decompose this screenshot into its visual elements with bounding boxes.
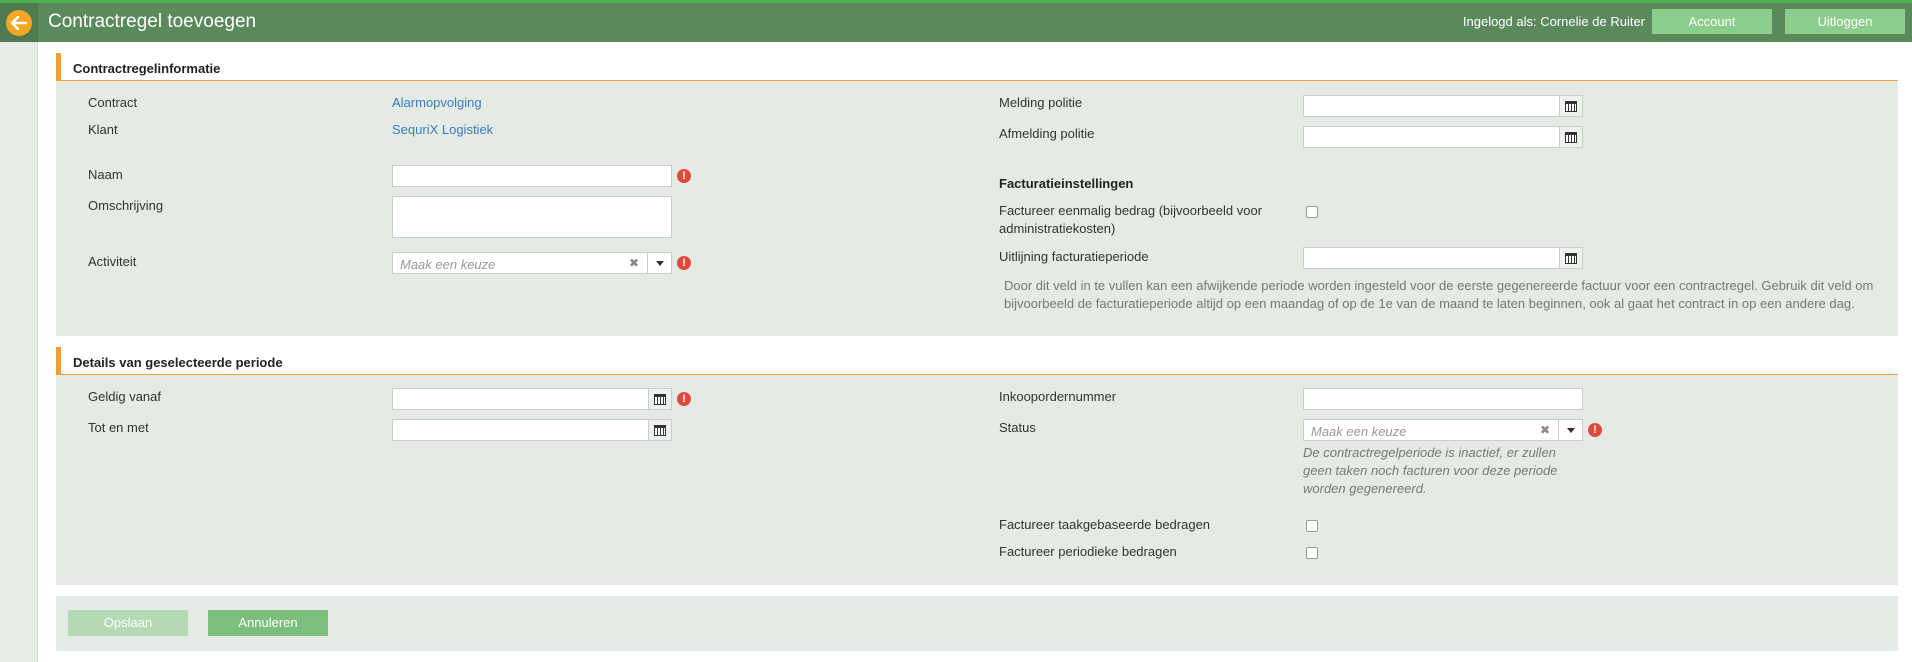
- logout-button[interactable]: Uitloggen: [1785, 9, 1905, 34]
- omschrijving-label: Omschrijving: [88, 198, 164, 213]
- account-button[interactable]: Account: [1652, 9, 1772, 34]
- logged-in-user: Ingelogd als: Cornelie de Ruiter: [1462, 14, 1645, 29]
- melding-politie-label: Melding politie: [999, 95, 1083, 110]
- uitlijning-help-line1: Door dit veld in te vullen kan een afwij…: [1004, 278, 1874, 293]
- status-help-line1: De contractregelperiode is inactief, er …: [1303, 445, 1556, 460]
- calendar-icon[interactable]: [648, 419, 672, 441]
- omschrijving-textarea[interactable]: [392, 196, 672, 238]
- eenmalig-checkbox[interactable]: [1306, 206, 1318, 218]
- status-help-line2: geen taken noch facturen voor deze perio…: [1303, 463, 1558, 478]
- chevron-down-icon[interactable]: [647, 253, 671, 273]
- status-placeholder: Maak een keuze: [1311, 424, 1407, 439]
- required-icon: !: [1588, 423, 1602, 437]
- taakgebaseerd-label: Factureer taakgebaseerde bedragen: [999, 517, 1211, 532]
- back-arrow-icon: [6, 9, 32, 36]
- contract-link[interactable]: Alarmopvolging: [392, 95, 482, 110]
- chevron-down-icon[interactable]: [1558, 420, 1582, 440]
- periodiek-checkbox[interactable]: [1306, 547, 1318, 559]
- left-rail: [0, 42, 38, 662]
- required-icon: !: [677, 256, 691, 270]
- eenmalig-label-line1: Factureer eenmalig bedrag (bijvoorbeeld …: [999, 203, 1263, 218]
- clear-icon[interactable]: ✖: [1540, 423, 1550, 437]
- clear-icon[interactable]: ✖: [629, 256, 639, 270]
- status-select[interactable]: Maak een keuze ✖: [1303, 419, 1583, 441]
- calendar-icon[interactable]: [1559, 95, 1583, 117]
- section-body-contractregelinformatie: Contract Alarmopvolging Klant SequriX Lo…: [56, 81, 1898, 336]
- section-header-details-periode: Details van geselecteerde periode: [56, 347, 1898, 375]
- periodiek-label: Factureer periodieke bedragen: [999, 544, 1177, 559]
- geldig-vanaf-input[interactable]: [392, 388, 649, 410]
- uitlijning-input[interactable]: [1303, 247, 1560, 269]
- klant-label: Klant: [88, 122, 118, 137]
- top-bar: Contractregel toevoegen Ingelogd als: Co…: [0, 0, 1912, 42]
- uitlijning-label: Uitlijning facturatieperiode: [999, 249, 1149, 264]
- facturatie-heading: Facturatieinstellingen: [999, 176, 1134, 191]
- naam-input[interactable]: [392, 165, 672, 187]
- section-body-details-periode: Geldig vanaf ! Tot en met Inkoopordernum…: [56, 375, 1898, 585]
- inkoopordernummer-input[interactable]: [1303, 388, 1583, 410]
- form-footer: Opslaan Annuleren: [56, 596, 1898, 651]
- tot-en-met-label: Tot en met: [88, 420, 149, 435]
- afmelding-politie-input[interactable]: [1303, 126, 1560, 148]
- klant-link[interactable]: SequriX Logistiek: [392, 122, 493, 137]
- naam-label: Naam: [88, 167, 123, 182]
- inkoopordernummer-label: Inkoopordernummer: [999, 389, 1117, 404]
- calendar-icon[interactable]: [1559, 126, 1583, 148]
- activiteit-placeholder: Maak een keuze: [400, 257, 496, 272]
- section-header-contractregelinformatie: Contractregelinformatie: [56, 53, 1898, 81]
- back-button[interactable]: [0, 3, 38, 42]
- taakgebaseerd-checkbox[interactable]: [1306, 520, 1318, 532]
- cancel-button[interactable]: Annuleren: [208, 610, 328, 636]
- page-title: Contractregel toevoegen: [48, 11, 257, 32]
- uitlijning-help-line2: bijvoorbeeld de facturatieperiode altijd…: [1004, 296, 1855, 311]
- save-button[interactable]: Opslaan: [68, 610, 188, 636]
- required-icon: !: [677, 392, 691, 406]
- activiteit-select[interactable]: Maak een keuze ✖: [392, 252, 672, 274]
- status-help-line3: worden gegenereerd.: [1303, 481, 1427, 496]
- status-label: Status: [999, 420, 1036, 435]
- calendar-icon[interactable]: [1559, 247, 1583, 269]
- afmelding-politie-label: Afmelding politie: [999, 126, 1095, 141]
- activiteit-label: Activiteit: [88, 254, 137, 269]
- geldig-vanaf-label: Geldig vanaf: [88, 389, 161, 404]
- tot-en-met-input[interactable]: [392, 419, 649, 441]
- required-icon: !: [677, 169, 691, 183]
- calendar-icon[interactable]: [648, 388, 672, 410]
- melding-politie-input[interactable]: [1303, 95, 1560, 117]
- section-title: Details van geselecteerde periode: [73, 355, 283, 370]
- eenmalig-label-line2: administratiekosten): [999, 221, 1116, 236]
- contract-label: Contract: [88, 95, 138, 110]
- section-title: Contractregelinformatie: [73, 61, 221, 76]
